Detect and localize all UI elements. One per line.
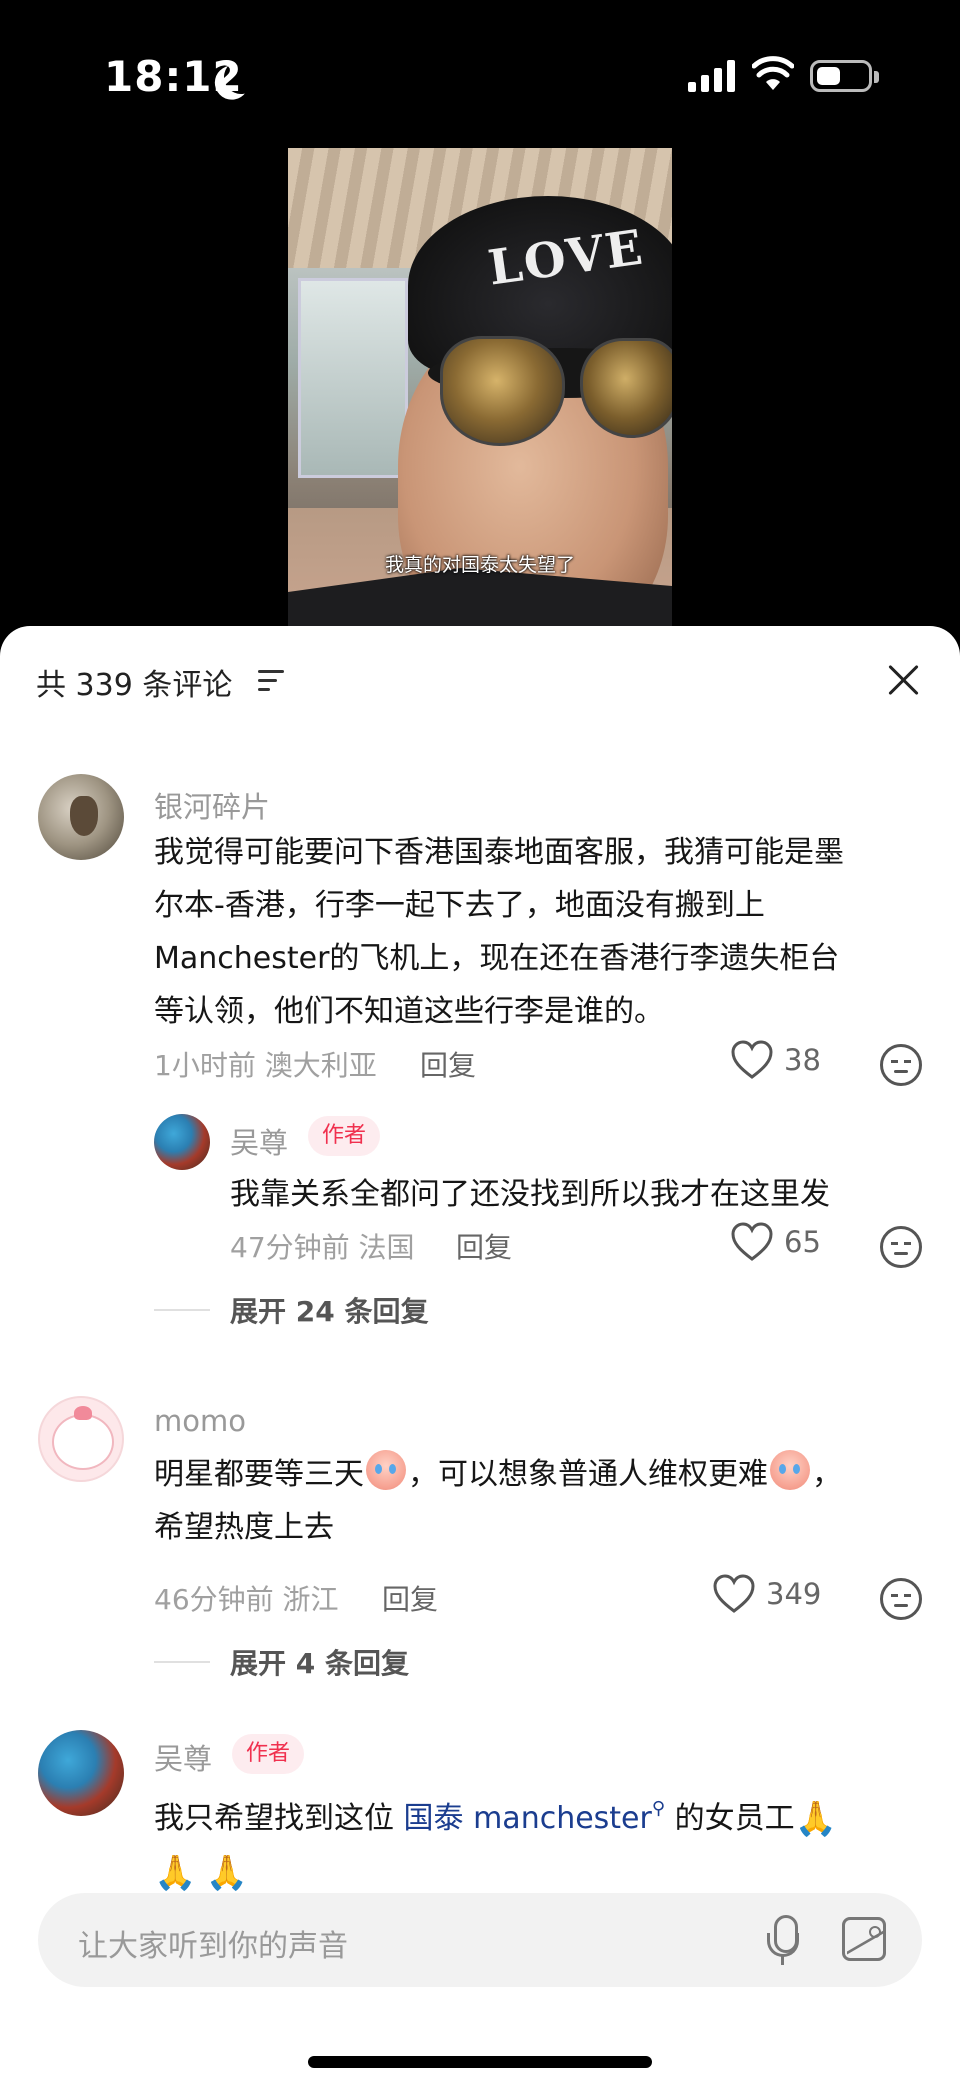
video-window <box>298 278 408 478</box>
close-icon[interactable] <box>886 662 922 698</box>
comment-meta: 46分钟前 浙江 <box>154 1583 339 1616</box>
comment-text-line: 我只希望找到这位 国泰 manchester⚲ 的女员工🙏 <box>154 1782 837 1846</box>
comment-username[interactable]: 吴尊 <box>230 1120 288 1162</box>
comment-username[interactable]: 银河碎片 <box>154 784 270 826</box>
avatar[interactable] <box>38 1396 124 1482</box>
home-indicator <box>308 2056 652 2068</box>
comment-text-line: 🙏 🙏 <box>154 1846 837 1900</box>
search-link[interactable]: 国泰 manchester <box>404 1801 652 1836</box>
reply-button[interactable]: 回复 <box>420 1044 476 1084</box>
heart-icon <box>731 1222 773 1261</box>
video-preview[interactable]: LOVE 我真的对国泰太失望了 <box>288 148 672 628</box>
mic-icon[interactable] <box>764 1915 804 1967</box>
dislike-icon[interactable] <box>880 1044 922 1086</box>
status-bar: 18:12 <box>0 0 960 140</box>
search-icon: ⚲ <box>651 1798 666 1819</box>
comment-text-line: 我觉得可能要问下香港国泰地面客服，我猜可能是墨 <box>154 835 844 870</box>
signal-icon <box>688 60 736 92</box>
like-button[interactable]: 65 <box>730 1222 821 1262</box>
wifi-icon <box>752 56 794 90</box>
comment-input-placeholder: 让大家听到你的声音 <box>78 1929 348 1964</box>
comment-text-part: 我只希望找到这位 <box>154 1801 404 1836</box>
comment-text-part: ，可以想象普通人维权更难 <box>408 1457 768 1492</box>
comment-text[interactable]: 明星都要等三天 ，可以想象普通人维权更难 ， 希望热度上去 <box>154 1448 842 1554</box>
image-icon[interactable] <box>842 1917 886 1961</box>
comment-username[interactable]: momo <box>154 1404 246 1438</box>
expand-replies-label: 展开 24 条回复 <box>230 1295 429 1328</box>
crying-emoji-icon <box>366 1450 406 1490</box>
video-subtitle: 我真的对国泰太失望了 <box>384 554 575 576</box>
comment-text-line: 希望热度上去 <box>154 1510 334 1545</box>
expand-replies-label: 展开 4 条回复 <box>230 1647 409 1680</box>
like-button[interactable]: 38 <box>730 1040 821 1080</box>
like-button[interactable]: 349 <box>712 1574 821 1614</box>
comment-username[interactable]: 吴尊 <box>154 1736 212 1778</box>
divider <box>154 1309 210 1311</box>
comment-text-line: 等认领，他们不知道这些行李是谁的。 <box>154 994 664 1029</box>
avatar[interactable] <box>38 774 124 860</box>
comment-text-line: 明星都要等三天 ，可以想象普通人维权更难 ， <box>154 1448 842 1501</box>
comment-text-line: Manchester的飞机上，现在还在香港行李遗失柜台 <box>154 941 840 976</box>
author-badge: 作者 <box>308 1116 381 1156</box>
crying-emoji-icon <box>770 1450 810 1490</box>
reply-button[interactable]: 回复 <box>456 1226 512 1266</box>
dislike-icon[interactable] <box>880 1578 922 1620</box>
comments-sheet: 共 339 条评论 银河碎片 我觉得可能要问下香港国泰地面客服，我猜可能是墨 尔… <box>0 626 960 2087</box>
like-count: 38 <box>784 1043 821 1077</box>
heart-icon <box>731 1040 773 1079</box>
dislike-icon[interactable] <box>880 1226 922 1268</box>
expand-replies-button[interactable]: 展开 4 条回复 <box>154 1642 409 1682</box>
reply-button[interactable]: 回复 <box>382 1578 438 1618</box>
battery-fill <box>817 67 840 85</box>
sort-icon[interactable] <box>258 670 284 692</box>
avatar[interactable] <box>38 1730 124 1816</box>
comment-text[interactable]: 我觉得可能要问下香港国泰地面客服，我猜可能是墨 尔本-香港，行李一起下去了，地面… <box>154 826 844 1038</box>
comment-text-line: 尔本-香港，行李一起下去了，地面没有搬到上 <box>154 888 765 923</box>
comment-meta: 1小时前 澳大利亚 <box>154 1049 377 1082</box>
comment-text[interactable]: 我靠关系全都问了还没找到所以我才在这里发 <box>230 1168 830 1221</box>
like-count: 349 <box>766 1577 822 1611</box>
comments-count-title: 共 339 条评论 <box>36 668 233 703</box>
comment-text[interactable]: 我只希望找到这位 国泰 manchester⚲ 的女员工🙏 🙏 🙏 <box>154 1782 837 1900</box>
status-time: 18:12 <box>104 52 243 101</box>
divider <box>154 1661 210 1663</box>
like-count: 65 <box>784 1225 821 1259</box>
author-badge: 作者 <box>232 1734 305 1774</box>
comment-text-part: ， <box>812 1457 842 1492</box>
expand-replies-button[interactable]: 展开 24 条回复 <box>154 1290 428 1330</box>
comment-text-part: 明星都要等三天 <box>154 1457 364 1492</box>
praying-hands-icon: 🙏 <box>794 1799 837 1839</box>
avatar[interactable] <box>154 1114 210 1170</box>
heart-icon <box>713 1574 755 1613</box>
battery-icon <box>810 60 879 92</box>
comment-text-part: 的女员工 <box>665 1801 795 1836</box>
comment-input[interactable]: 让大家听到你的声音 <box>38 1893 922 1987</box>
comment-meta: 47分钟前 法国 <box>230 1231 415 1264</box>
